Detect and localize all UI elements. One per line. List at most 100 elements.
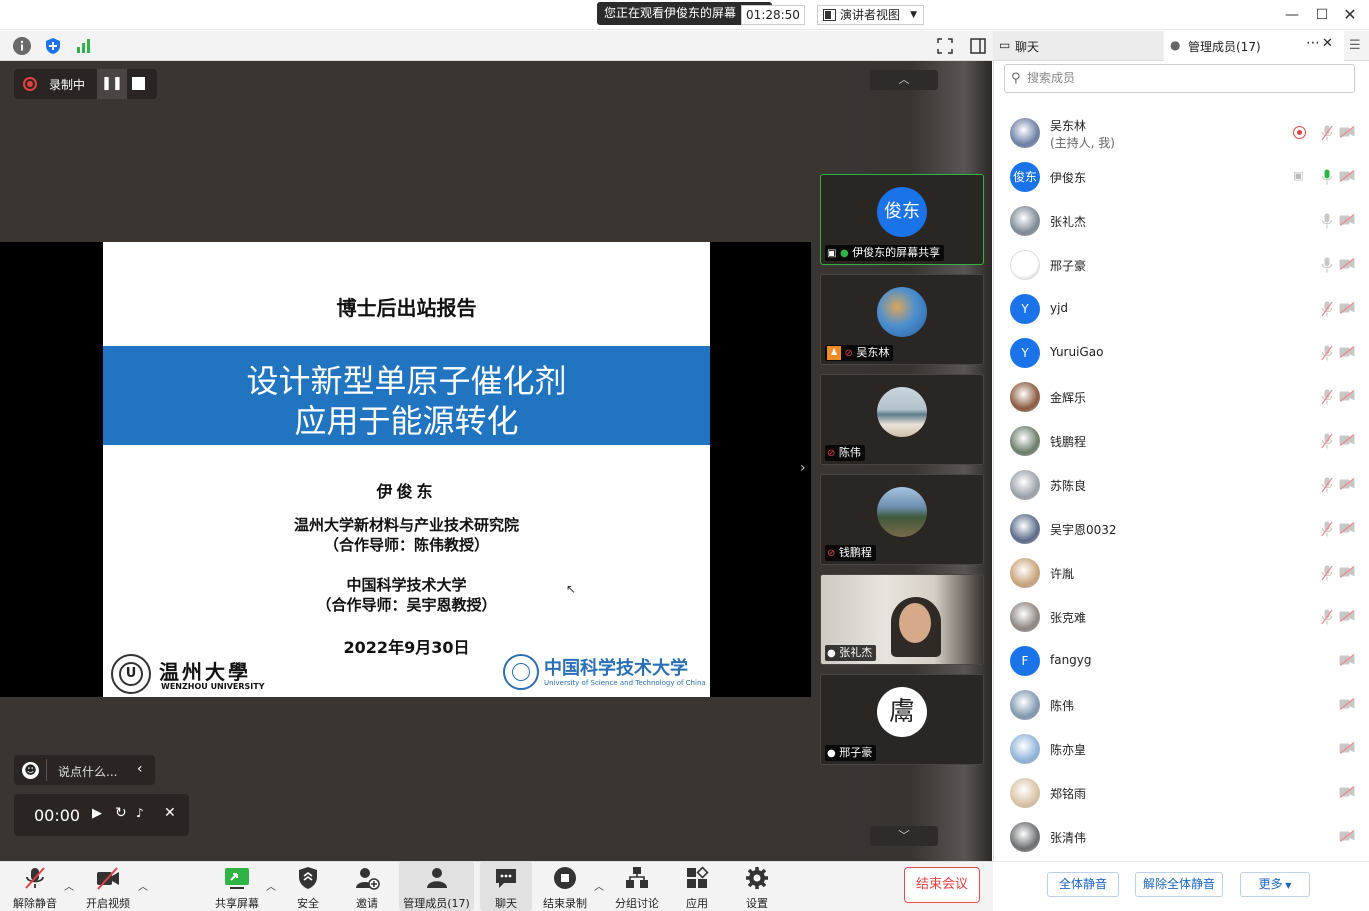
mic-muted-icon[interactable] bbox=[1321, 345, 1333, 361]
more-button[interactable]: 更多 ▼ bbox=[1240, 872, 1310, 897]
video-off-icon[interactable] bbox=[1339, 786, 1355, 798]
video-off-icon[interactable] bbox=[1339, 698, 1355, 710]
invite-button[interactable]: 邀请 bbox=[345, 861, 389, 911]
chevron-up-icon[interactable]: ︿ bbox=[138, 878, 148, 893]
mic-muted-icon[interactable] bbox=[1321, 565, 1333, 581]
video-off-icon[interactable] bbox=[1339, 434, 1355, 446]
member-row[interactable]: 郑铭雨 bbox=[1010, 771, 1355, 815]
video-off-icon[interactable] bbox=[1339, 258, 1355, 270]
member-row[interactable]: 吴宇恩0032 bbox=[1010, 507, 1355, 551]
expand-strip-icon[interactable]: › bbox=[800, 460, 806, 476]
member-search-input[interactable]: ⚲ 搜索成员 bbox=[1004, 64, 1355, 93]
member-row[interactable]: Yyjd bbox=[1010, 287, 1355, 331]
video-tile[interactable]: ● 张礼杰 bbox=[820, 574, 984, 665]
video-off-icon[interactable] bbox=[1339, 478, 1355, 490]
close-icon[interactable]: ✕ bbox=[1322, 36, 1333, 51]
mic-muted-icon[interactable] bbox=[1321, 609, 1333, 625]
share-screen-button[interactable]: 共享屏幕 bbox=[210, 861, 264, 911]
minimize-icon[interactable]: — bbox=[1282, 5, 1302, 25]
chevron-up-icon[interactable]: ︿ bbox=[64, 878, 74, 893]
video-off-icon[interactable] bbox=[1339, 302, 1355, 314]
video-off-icon[interactable] bbox=[1339, 170, 1355, 182]
video-off-icon[interactable] bbox=[1339, 742, 1355, 754]
mute-all-button[interactable]: 全体静音 bbox=[1047, 872, 1119, 897]
sidebar-toggle-icon[interactable] bbox=[969, 37, 987, 55]
member-row[interactable]: 张克难 bbox=[1010, 595, 1355, 639]
video-off-icon[interactable] bbox=[1339, 830, 1355, 842]
video-off-icon[interactable] bbox=[1339, 214, 1355, 226]
signal-icon[interactable] bbox=[75, 37, 93, 55]
member-row[interactable]: 张清伟 bbox=[1010, 815, 1355, 859]
unmute-all-button[interactable]: 解除全体静音 bbox=[1135, 872, 1223, 897]
play-icon[interactable]: ▶ bbox=[92, 806, 102, 821]
member-row[interactable]: 吴东林 (主持人, 我) bbox=[1010, 111, 1355, 155]
apps-button[interactable]: 应用 bbox=[675, 861, 719, 911]
member-row[interactable]: 俊东 伊俊东 ▣ bbox=[1010, 155, 1355, 199]
stop-recording-button[interactable] bbox=[132, 77, 145, 90]
video-off-icon[interactable] bbox=[1339, 390, 1355, 402]
tab-chat[interactable]: ▭ 聊天 bbox=[993, 31, 1163, 60]
info-icon[interactable] bbox=[13, 37, 31, 55]
manage-members-button[interactable]: 管理成员(17) bbox=[399, 861, 474, 911]
breakout-rooms-button[interactable]: 分组讨论 bbox=[612, 861, 662, 911]
mic-muted-icon[interactable] bbox=[1321, 521, 1333, 537]
mic-muted-icon[interactable] bbox=[1321, 301, 1333, 317]
chevron-up-icon[interactable]: ︿ bbox=[594, 878, 604, 893]
video-off-icon[interactable] bbox=[1339, 610, 1355, 622]
settings-button[interactable]: 设置 bbox=[735, 861, 779, 911]
more-icon[interactable]: ⋯ bbox=[1306, 35, 1320, 51]
mic-icon[interactable] bbox=[1321, 213, 1333, 229]
fullscreen-icon[interactable] bbox=[936, 37, 954, 55]
maximize-icon[interactable]: ☐ bbox=[1312, 5, 1332, 25]
video-tile[interactable]: 鬳 ● 邢子豪 bbox=[820, 674, 984, 765]
scroll-down-button[interactable]: ﹀ bbox=[870, 826, 938, 846]
member-row[interactable]: 陈伟 bbox=[1010, 683, 1355, 727]
mic-muted-icon[interactable] bbox=[1321, 433, 1333, 449]
video-off-icon[interactable] bbox=[1339, 566, 1355, 578]
video-tile[interactable]: ⊘ 钱鹏程 bbox=[820, 474, 984, 565]
chevron-up-icon[interactable]: ︿ bbox=[266, 878, 276, 893]
member-row[interactable]: 张礼杰 bbox=[1010, 199, 1355, 243]
scroll-up-button[interactable]: ︿ bbox=[870, 70, 938, 90]
video-off-icon[interactable] bbox=[1339, 522, 1355, 534]
start-video-button[interactable]: 开启视频 bbox=[80, 861, 136, 911]
member-row[interactable]: 金辉乐 bbox=[1010, 375, 1355, 419]
mic-muted-icon[interactable] bbox=[1321, 477, 1333, 493]
menu-icon[interactable]: ☰ bbox=[1349, 38, 1361, 53]
loop-icon[interactable]: ↻ bbox=[115, 805, 127, 821]
chat-button[interactable]: 聊天 bbox=[480, 861, 532, 911]
bell-icon[interactable]: ♪ bbox=[136, 806, 144, 820]
pause-recording-button[interactable]: ❚❚ bbox=[97, 69, 127, 99]
video-off-icon[interactable] bbox=[1339, 654, 1355, 666]
shield-icon[interactable] bbox=[44, 37, 62, 55]
chevron-left-icon[interactable]: ‹ bbox=[137, 761, 143, 777]
mic-icon[interactable] bbox=[1321, 169, 1333, 185]
unmute-button[interactable]: 解除静音 bbox=[8, 861, 62, 911]
view-mode-select[interactable]: 演讲者视图 ▼ bbox=[817, 5, 924, 25]
member-row[interactable]: 苏陈良 bbox=[1010, 463, 1355, 507]
mic-icon[interactable] bbox=[1321, 257, 1333, 273]
member-row[interactable]: 邢子豪 bbox=[1010, 243, 1355, 287]
screen-share-icon: ▣ bbox=[827, 248, 837, 259]
video-tile[interactable]: ⊘ 陈伟 bbox=[820, 374, 984, 465]
member-row[interactable]: 钱鹏程 bbox=[1010, 419, 1355, 463]
quick-chat-bar[interactable]: ☻ 说点什么... ‹ bbox=[14, 755, 155, 785]
mic-muted-icon[interactable] bbox=[1321, 389, 1333, 405]
member-row[interactable]: Y YuruiGao bbox=[1010, 331, 1355, 375]
member-row[interactable]: Ffangyg bbox=[1010, 639, 1355, 683]
tab-members[interactable]: ● 管理成员(17) ⋯ ✕ bbox=[1164, 31, 1344, 61]
security-button[interactable]: 安全 bbox=[286, 861, 330, 911]
video-off-icon[interactable] bbox=[1339, 346, 1355, 358]
video-off-icon[interactable] bbox=[1339, 126, 1355, 138]
end-recording-button[interactable]: 结束录制 bbox=[538, 861, 592, 911]
end-meeting-button[interactable]: 结束会议 bbox=[904, 867, 980, 903]
emoji-icon[interactable]: ☻ bbox=[22, 762, 39, 779]
mic-muted-icon[interactable] bbox=[1321, 125, 1333, 141]
member-row[interactable]: 陈亦皇 bbox=[1010, 727, 1355, 771]
chat-input-placeholder[interactable]: 说点什么... bbox=[58, 763, 117, 780]
member-row[interactable]: 许胤 bbox=[1010, 551, 1355, 595]
close-icon[interactable]: ✕ bbox=[164, 805, 176, 821]
video-tile[interactable]: 俊东 ▣ ● 伊俊东的屏幕共享 bbox=[820, 174, 984, 265]
video-tile[interactable]: ♟ ⊘ 吴东林 bbox=[820, 274, 984, 365]
close-window-icon[interactable]: ✕ bbox=[1340, 5, 1360, 25]
